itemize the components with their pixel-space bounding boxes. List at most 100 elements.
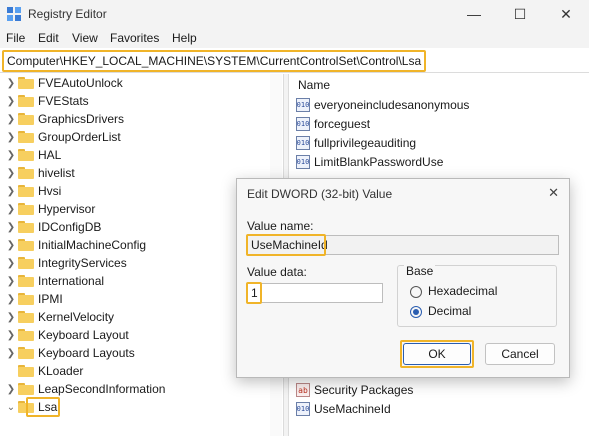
window-title: Registry Editor — [28, 7, 107, 21]
chevron-right-icon[interactable] — [6, 362, 16, 380]
ok-highlight — [400, 340, 474, 368]
maximize-button[interactable]: ☐ — [497, 0, 543, 28]
list-item[interactable]: 010 forceguest — [296, 115, 370, 133]
tree-item[interactable]: ❯ FVEStats — [6, 92, 276, 110]
chevron-right-icon[interactable]: ❯ — [6, 308, 16, 326]
list-item[interactable]: 010 fullprivilegeauditing — [296, 134, 416, 152]
edit-dword-dialog: Edit DWORD (32-bit) Value ✕ Value name: … — [236, 178, 570, 378]
tree-item-label: IntegrityServices — [38, 256, 127, 270]
registry-editor-icon — [7, 7, 21, 21]
decimal-radio[interactable] — [410, 306, 422, 318]
folder-icon — [18, 383, 34, 395]
minimize-button[interactable]: — — [451, 0, 497, 28]
tree-item-label: KLoader — [38, 364, 84, 378]
tree-item-label: hivelist — [38, 166, 75, 180]
tree-item[interactable]: ❯ GroupOrderList — [6, 128, 276, 146]
tree-item-label: FVEAutoUnlock — [38, 76, 123, 90]
tree-item-label: GraphicsDrivers — [38, 112, 125, 126]
folder-icon — [18, 347, 34, 359]
chevron-right-icon[interactable]: ❯ — [6, 272, 16, 290]
chevron-right-icon[interactable]: ❯ — [6, 254, 16, 272]
dialog-title: Edit DWORD (32-bit) Value — [247, 187, 393, 201]
tree-item[interactable]: ❯ GraphicsDrivers — [6, 110, 276, 128]
chevron-right-icon[interactable]: ❯ — [6, 326, 16, 344]
folder-icon — [18, 365, 34, 377]
chevron-right-icon[interactable]: ❯ — [6, 182, 16, 200]
value-data-input[interactable]: 1 — [247, 283, 383, 303]
chevron-right-icon[interactable]: ❯ — [6, 146, 16, 164]
folder-icon — [18, 257, 34, 269]
cancel-button[interactable]: Cancel — [485, 343, 555, 365]
value-data-label: Value data: — [247, 265, 307, 279]
chevron-right-icon[interactable]: ❯ — [6, 128, 16, 146]
tree-item-label: InitialMachineConfig — [38, 238, 147, 252]
menu-edit[interactable]: Edit — [38, 31, 59, 45]
decimal-label[interactable]: Decimal — [428, 304, 471, 318]
tree-item-label: IPMI — [38, 292, 63, 306]
tree-item-label: KernelVelocity — [38, 310, 115, 324]
chevron-right-icon[interactable]: ❯ — [6, 164, 16, 182]
chevron-right-icon[interactable]: ❯ — [6, 344, 16, 362]
value-name-highlight — [246, 234, 326, 256]
selection-highlight — [26, 397, 60, 417]
value-data-highlight — [246, 282, 262, 304]
folder-icon — [18, 275, 34, 287]
dialog-close-icon[interactable]: ✕ — [548, 185, 559, 201]
chevron-right-icon[interactable]: ❯ — [6, 290, 16, 308]
chevron-right-icon[interactable]: ❯ — [6, 110, 16, 128]
tree-item-label: FVEStats — [38, 94, 89, 108]
tree-item-label: LeapSecondInformation — [38, 382, 166, 396]
tree-item-label: IDConfigDB — [38, 220, 102, 234]
dword-icon: 010 — [296, 155, 310, 169]
tree-item-label: Keyboard Layouts — [38, 346, 135, 360]
list-item[interactable]: 010 UseMachineId — [296, 400, 391, 418]
tree-item-label: Hvsi — [38, 184, 62, 198]
tree-item-label: GroupOrderList — [38, 130, 121, 144]
chevron-right-icon[interactable]: ❯ — [6, 200, 16, 218]
folder-icon — [18, 113, 34, 125]
close-button[interactable]: ✕ — [543, 0, 589, 28]
list-item[interactable]: 010 LimitBlankPasswordUse — [296, 153, 443, 171]
chevron-right-icon[interactable]: ❯ — [6, 74, 16, 92]
value-name: forceguest — [314, 117, 371, 131]
tree-item-label: International — [38, 274, 105, 288]
value-name: LimitBlankPasswordUse — [314, 155, 444, 169]
dword-icon: 010 — [296, 402, 310, 416]
menu-help[interactable]: Help — [172, 31, 197, 45]
base-label: Base — [404, 264, 436, 278]
chevron-right-icon[interactable]: ❯ — [6, 92, 16, 110]
chevron-right-icon[interactable]: ❯ — [6, 218, 16, 236]
chevron-right-icon[interactable]: ❯ — [6, 380, 16, 398]
tree-item[interactable]: ❯ FVEAutoUnlock — [6, 74, 276, 92]
chevron-right-icon[interactable]: ❯ — [6, 236, 16, 254]
list-item[interactable]: 010 everyoneincludesanonymous — [296, 96, 469, 114]
menu-bar: File Edit View Favorites Help — [0, 28, 589, 48]
value-name-label: Value name: — [247, 219, 314, 233]
menu-favorites[interactable]: Favorites — [110, 31, 159, 45]
dword-icon: 010 — [296, 98, 310, 112]
folder-icon — [18, 239, 34, 251]
folder-icon — [18, 185, 34, 197]
value-name: everyoneincludesanonymous — [314, 98, 470, 112]
chevron-down-icon[interactable]: ⌄ — [6, 398, 16, 416]
hexadecimal-label[interactable]: Hexadecimal — [428, 284, 497, 298]
address-input[interactable]: Computer\HKEY_LOCAL_MACHINE\SYSTEM\Curre… — [2, 50, 427, 72]
title-bar: Registry Editor — ☐ ✕ — [0, 0, 589, 28]
column-header-name[interactable]: Name — [298, 78, 330, 92]
list-item[interactable]: ab Security Packages — [296, 381, 413, 399]
tree-item[interactable]: ❯ HAL — [6, 146, 276, 164]
tree-item-label: Keyboard Layout — [38, 328, 129, 342]
folder-icon — [18, 329, 34, 341]
folder-icon — [18, 77, 34, 89]
address-bar: Computer\HKEY_LOCAL_MACHINE\SYSTEM\Curre… — [0, 48, 589, 73]
folder-icon — [18, 203, 34, 215]
hexadecimal-radio[interactable] — [410, 286, 422, 298]
folder-icon — [18, 149, 34, 161]
menu-view[interactable]: View — [72, 31, 98, 45]
folder-icon — [18, 95, 34, 107]
value-name: fullprivilegeauditing — [314, 136, 417, 150]
tree-item-label: HAL — [38, 148, 62, 162]
menu-file[interactable]: File — [6, 31, 25, 45]
tree-item[interactable]: ❯ LeapSecondInformation — [6, 380, 276, 398]
dword-icon: 010 — [296, 136, 310, 150]
